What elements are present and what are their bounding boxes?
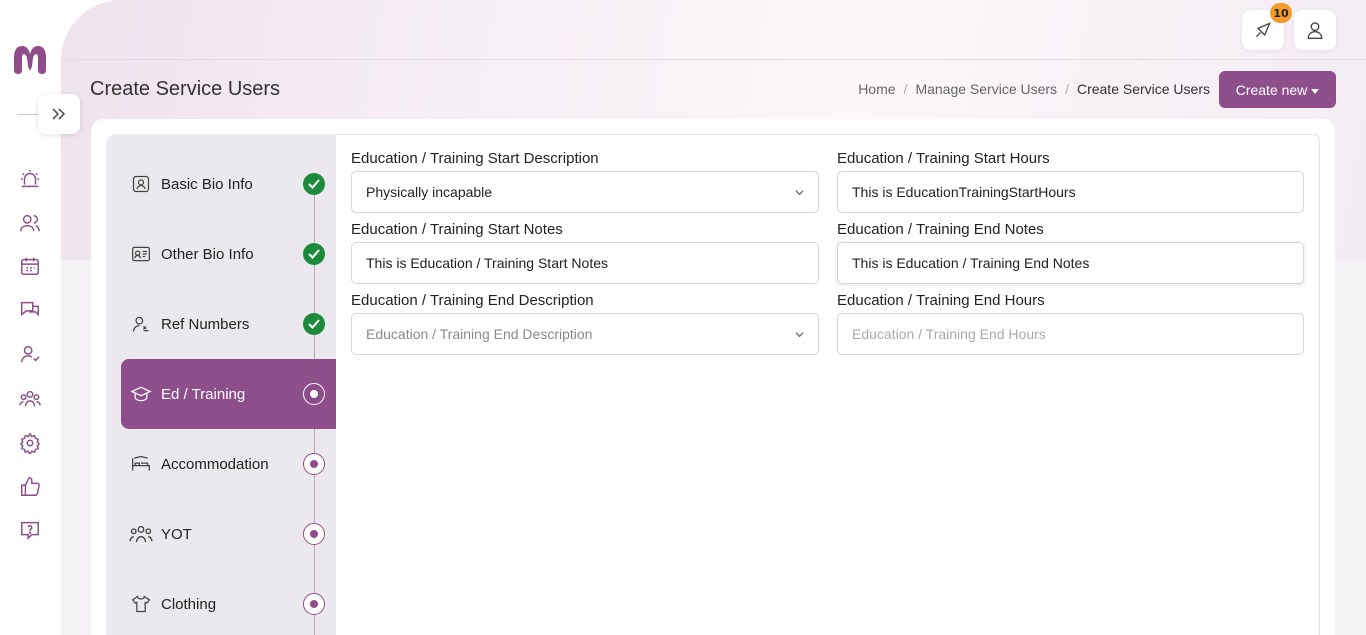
graduation-cap-icon: [129, 382, 153, 406]
help-icon[interactable]: [19, 519, 41, 541]
user-ref-icon: [129, 312, 153, 336]
user-manage-icon[interactable]: [19, 343, 41, 365]
start-notes-input[interactable]: This is Education / Training Start Notes: [351, 242, 819, 284]
end-hours-input[interactable]: Education / Training End Hours: [837, 313, 1304, 355]
chat-icon[interactable]: [19, 299, 41, 321]
pending-step-icon: [303, 523, 325, 545]
team-icon[interactable]: [19, 388, 41, 410]
check-icon: [303, 313, 325, 335]
end-hours-placeholder: Education / Training End Hours: [852, 326, 1046, 342]
step-yot[interactable]: YOT: [121, 499, 336, 569]
start-description-label: Education / Training Start Description: [351, 150, 599, 167]
step-ed-training[interactable]: Ed / Training: [121, 359, 336, 429]
check-icon: [303, 243, 325, 265]
chevron-down-icon: [795, 190, 804, 196]
start-notes-value: This is Education / Training Start Notes: [366, 255, 608, 271]
step-label: Accommodation: [161, 455, 269, 473]
group-icon: [129, 522, 153, 546]
end-description-select[interactable]: Education / Training End Description: [351, 313, 819, 355]
breadcrumb-current: Create Service Users: [1076, 81, 1210, 97]
breadcrumb-manage-link[interactable]: Manage Service Users: [915, 81, 1057, 97]
start-notes-label: Education / Training Start Notes: [351, 221, 563, 238]
page-title: Create Service Users: [90, 78, 281, 100]
step-label: Ed / Training: [161, 385, 246, 403]
check-icon: [303, 173, 325, 195]
step-other-bio-info[interactable]: Other Bio Info: [121, 219, 336, 289]
start-description-value: Physically incapable: [366, 184, 493, 200]
topbar-divider: [61, 59, 1366, 60]
start-description-select[interactable]: Physically incapable: [351, 171, 819, 213]
id-card-icon: [129, 242, 153, 266]
current-step-icon: [303, 383, 325, 405]
shirt-icon: [129, 592, 153, 616]
end-notes-label: Education / Training End Notes: [837, 221, 1044, 238]
chevron-down-icon: [795, 332, 804, 338]
pending-step-icon: [303, 593, 325, 615]
step-label: Ref Numbers: [161, 315, 250, 333]
start-hours-value: This is EducationTrainingStartHours: [852, 184, 1076, 200]
caret-down-icon: [1311, 88, 1320, 94]
bed-icon: [129, 452, 153, 476]
start-hours-input[interactable]: This is EducationTrainingStartHours: [837, 171, 1304, 213]
end-hours-label: Education / Training End Hours: [837, 292, 1045, 309]
step-label: YOT: [161, 525, 192, 543]
breadcrumb-home-link[interactable]: Home: [858, 81, 895, 97]
step-label: Clothing: [161, 595, 217, 613]
users-icon[interactable]: [19, 212, 41, 234]
step-ref-numbers[interactable]: Ref Numbers: [121, 289, 336, 359]
breadcrumb: Home / Manage Service Users / Create Ser…: [858, 81, 1210, 97]
user-icon: [1307, 22, 1323, 39]
profile-button[interactable]: [1294, 10, 1336, 50]
notification-count-badge: 10: [1270, 3, 1292, 23]
calendar-icon[interactable]: [19, 255, 41, 277]
expand-sidebar-button[interactable]: [38, 94, 80, 134]
thumbs-up-icon[interactable]: [19, 476, 41, 498]
alarm-icon[interactable]: [19, 168, 41, 190]
id-badge-icon: [129, 172, 153, 196]
end-description-label: Education / Training End Description: [351, 292, 594, 309]
megaphone-icon: [1255, 22, 1271, 38]
step-accommodation[interactable]: Accommodation: [121, 429, 336, 499]
step-label: Basic Bio Info: [161, 175, 253, 193]
end-description-placeholder: Education / Training End Description: [366, 326, 593, 342]
create-new-label: Create new: [1235, 81, 1308, 98]
create-new-button[interactable]: Create new: [1219, 71, 1336, 108]
end-notes-value: This is Education / Training End Notes: [852, 255, 1090, 271]
pending-step-icon: [303, 453, 325, 475]
step-label: Other Bio Info: [161, 245, 254, 263]
breadcrumb-separator: /: [903, 81, 908, 97]
breadcrumb-separator: /: [1065, 81, 1069, 97]
start-hours-label: Education / Training Start Hours: [837, 150, 1050, 167]
end-notes-input[interactable]: This is Education / Training End Notes: [837, 242, 1304, 284]
settings-icon[interactable]: [19, 432, 41, 454]
step-clothing[interactable]: Clothing: [121, 569, 336, 635]
step-basic-bio-info[interactable]: Basic Bio Info: [121, 149, 336, 219]
logo-icon: [14, 46, 46, 74]
